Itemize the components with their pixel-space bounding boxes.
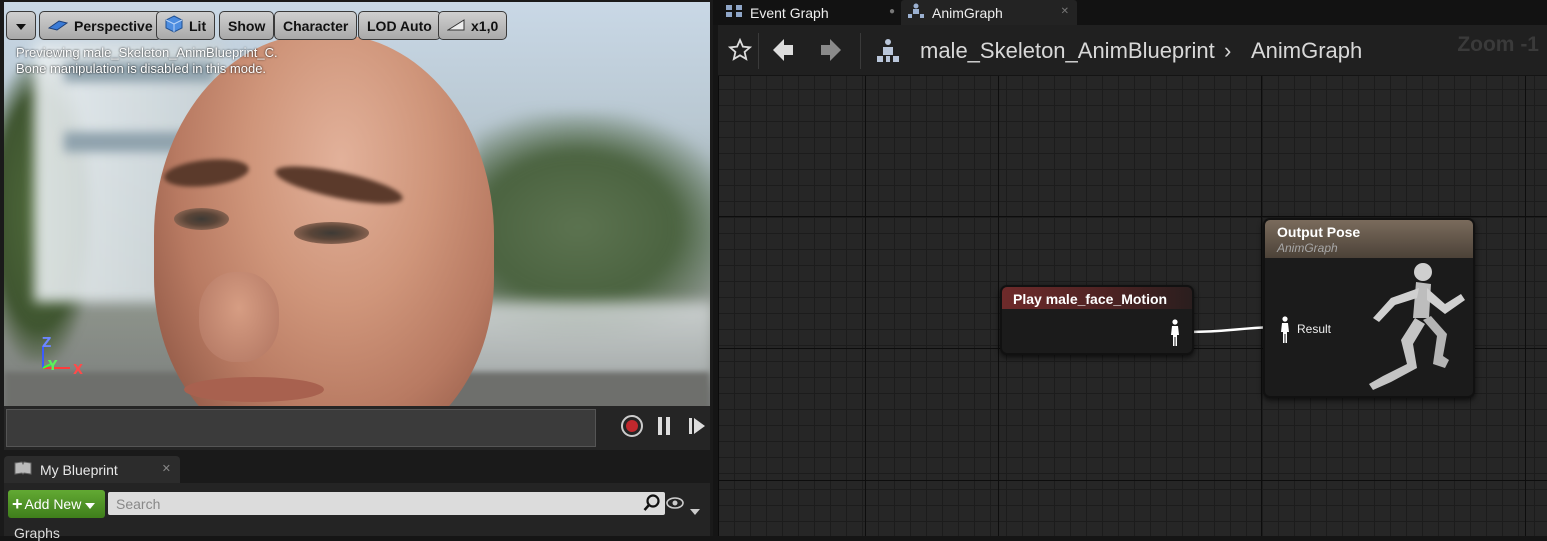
axis-x-label: X xyxy=(73,363,84,378)
anim-graph-icon xyxy=(907,3,925,22)
perspective-icon xyxy=(47,18,69,34)
axis-y-label: Y xyxy=(48,359,58,374)
lit-label: Lit xyxy=(189,17,207,34)
close-icon[interactable]: ✕ xyxy=(1061,6,1069,17)
viewport-message-line: Bone manipulation is disabled in this mo… xyxy=(16,61,267,76)
viewport-message-line: Previewing male_Skeleton_AnimBlueprint_C… xyxy=(16,45,278,60)
character-eye xyxy=(174,208,229,230)
speed-label: x1,0 xyxy=(471,17,499,34)
blueprint-book-icon xyxy=(14,461,32,478)
axis-gizmo: Z Y X xyxy=(40,336,90,383)
search-field[interactable] xyxy=(108,492,665,515)
viewport-options-button[interactable] xyxy=(6,11,36,40)
add-new-button[interactable]: + Add New xyxy=(8,490,105,518)
tab-label: AnimGraph xyxy=(932,4,1003,21)
viewport-message: Previewing male_Skeleton_AnimBlueprint_C… xyxy=(16,45,278,77)
event-graph-icon xyxy=(725,4,743,21)
preview-viewport[interactable]: Perspective Lit Show Character LOD Auto xyxy=(4,2,710,406)
lit-button[interactable]: Lit xyxy=(156,11,216,40)
playback-speed-button[interactable]: x1,0 xyxy=(438,11,508,40)
running-mannequin-icon xyxy=(1361,260,1471,396)
lod-label: LOD Auto xyxy=(367,17,432,34)
character-lips xyxy=(184,377,324,402)
graphs-section-label: Graphs xyxy=(14,525,60,541)
search-input[interactable] xyxy=(114,494,628,514)
node-subtitle: AnimGraph xyxy=(1277,241,1338,255)
step-forward-icon xyxy=(688,416,706,440)
speed-slope-icon xyxy=(446,18,465,34)
node-header: Output Pose AnimGraph xyxy=(1265,220,1473,258)
timeline-bar xyxy=(4,406,710,450)
chevron-down-icon[interactable] xyxy=(690,500,700,519)
node-title: Play male_face_Motion xyxy=(1002,287,1192,309)
node-title: Output Pose xyxy=(1277,224,1361,240)
output-pose-node[interactable]: Output Pose AnimGraph Result xyxy=(1263,218,1475,398)
timeline-scrubber[interactable] xyxy=(6,409,596,447)
pose-output-pin-icon[interactable] xyxy=(1169,319,1181,351)
left-pane: Perspective Lit Show Character LOD Auto xyxy=(0,0,713,541)
close-icon[interactable]: ✕ xyxy=(162,462,171,475)
record-icon xyxy=(621,415,643,441)
lod-button[interactable]: LOD Auto xyxy=(358,11,441,40)
plus-icon: + xyxy=(12,493,23,514)
my-blueprint-panel: + Add New Graphs xyxy=(4,483,710,541)
chevron-down-icon xyxy=(15,18,27,34)
show-button[interactable]: Show xyxy=(219,11,275,40)
chevron-down-icon xyxy=(85,496,96,512)
lit-cube-icon xyxy=(165,15,183,36)
character-button[interactable]: Character xyxy=(274,11,358,40)
tab-event-graph[interactable]: Event Graph ● xyxy=(725,0,903,25)
play-motion-node[interactable]: Play male_face_Motion xyxy=(1000,285,1194,355)
my-blueprint-tab[interactable]: My Blueprint ✕ xyxy=(4,456,180,483)
character-label: Character xyxy=(283,17,349,34)
axis-z-label: Z xyxy=(42,336,52,351)
character-nose xyxy=(199,272,279,362)
perspective-label: Perspective xyxy=(74,17,153,34)
close-icon[interactable]: ● xyxy=(889,6,895,17)
show-label: Show xyxy=(228,17,266,34)
pause-icon xyxy=(657,416,671,440)
step-forward-button[interactable] xyxy=(684,416,710,440)
tab-anim-graph[interactable]: AnimGraph ✕ xyxy=(901,0,1077,25)
record-button[interactable] xyxy=(619,415,645,441)
search-icon[interactable] xyxy=(643,494,661,516)
anim-graph-canvas[interactable]: male_Skeleton_AnimBlueprint › AnimGraph … xyxy=(718,25,1547,536)
pose-input-pin-icon[interactable] xyxy=(1279,316,1291,348)
perspective-button[interactable]: Perspective xyxy=(39,11,162,40)
result-pin-label: Result xyxy=(1297,322,1332,336)
character-eye xyxy=(294,222,369,244)
eye-icon[interactable] xyxy=(666,495,688,514)
add-new-label: Add New xyxy=(24,496,82,512)
pause-button[interactable] xyxy=(651,416,677,440)
tab-label: Event Graph xyxy=(750,4,829,21)
document-tab-bar: Event Graph ● AnimGraph ✕ xyxy=(713,0,1547,25)
my-blueprint-tab-label: My Blueprint xyxy=(40,461,118,478)
